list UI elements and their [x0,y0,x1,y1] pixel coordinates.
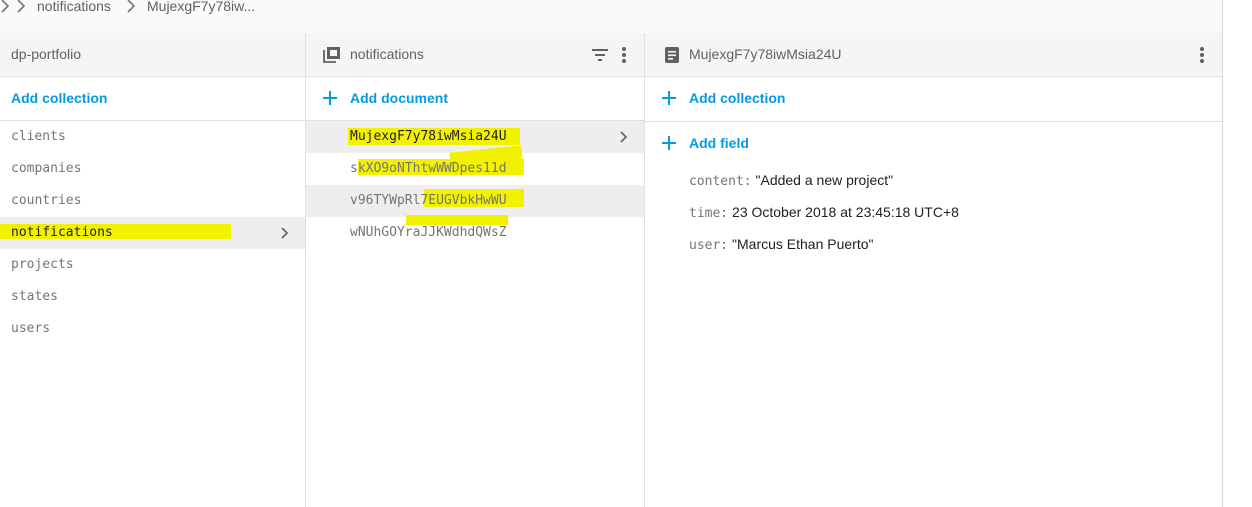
root-panel: dp-portfolio Add collection clients comp… [0,33,305,507]
window-gutter [1223,0,1252,507]
collection-label: users [11,321,51,336]
add-subcollection-label: Add collection [689,90,786,106]
document-item[interactable]: MujexgF7y78iwMsia24U [306,121,644,153]
chevron-right-icon [17,0,26,13]
document-title: MujexgF7y78iwMsia24U [689,46,842,62]
collection-item-states[interactable]: states [0,281,305,313]
add-document-label: Add document [350,90,448,106]
breadcrumb-item-notifications[interactable]: notifications [37,0,111,16]
collection-panel-header: notifications [306,33,644,77]
collection-label: projects [11,257,74,272]
collection-label: countries [11,193,82,208]
field-value: "Added a new project" [755,172,894,188]
add-field-button[interactable]: Add field [645,121,1222,165]
document-id: v96TYWpRl7EUGVbkHwWU [350,193,507,208]
field-key: time: [689,206,729,221]
collection-icon [323,46,341,64]
plus-icon [323,91,337,105]
document-id: wNUhGOYraJJKWdhdQWsZ [350,225,507,240]
collection-label: notifications [11,225,113,240]
collection-item-projects[interactable]: projects [0,249,305,281]
collection-label: states [11,289,58,304]
chevron-right-icon [127,0,136,13]
filter-icon[interactable] [591,46,609,64]
collection-item-companies[interactable]: companies [0,153,305,185]
breadcrumb-item-document[interactable]: MujexgF7y78iw... [147,0,255,16]
add-subcollection-button[interactable]: Add collection [645,76,1222,120]
document-id: skXO9oNThtwWWDpes11d [350,161,507,176]
chevron-right-icon [620,131,628,143]
add-field-label: Add field [689,135,749,151]
plus-icon [662,91,676,105]
field-row-content[interactable]: content: "Added a new project" [689,172,893,194]
more-vert-icon[interactable] [620,46,628,64]
add-collection-button[interactable]: Add collection [0,76,305,120]
document-panel: MujexgF7y78iwMsia24U Add collection Add … [645,33,1222,507]
collection-label: companies [11,161,82,176]
collection-label: clients [11,129,66,144]
field-value: "Marcus Ethan Puerto" [732,236,874,252]
document-icon [665,47,679,63]
collection-item-clients[interactable]: clients [0,121,305,153]
document-id: MujexgF7y78iwMsia24U [350,129,507,144]
field-row-time[interactable]: time: 23 October 2018 at 23:45:18 UTC+8 [689,204,959,226]
chevron-right-icon [281,227,289,239]
root-panel-header: dp-portfolio [0,33,305,77]
home-icon [0,47,2,63]
field-key: content: [689,174,752,189]
breadcrumb: notifications MujexgF7y78iw... [0,0,1222,34]
field-row-user[interactable]: user: "Marcus Ethan Puerto" [689,236,873,258]
collection-item-notifications[interactable]: notifications [0,217,305,249]
collection-panel: notifications Add document MujexgF7y78iw… [306,33,644,507]
project-title: dp-portfolio [11,46,82,62]
collection-title: notifications [350,46,424,62]
chevron-right-icon [1,0,10,13]
collection-item-countries[interactable]: countries [0,185,305,217]
add-document-button[interactable]: Add document [306,76,644,120]
more-vert-icon[interactable] [1198,46,1206,64]
document-item[interactable]: v96TYWpRl7EUGVbkHwWU [306,185,644,217]
document-item[interactable]: wNUhGOYraJJKWdhdQWsZ [306,215,644,249]
collection-item-users[interactable]: users [0,313,305,345]
field-value: 23 October 2018 at 23:45:18 UTC+8 [732,204,959,220]
field-key: user: [689,238,729,253]
document-item[interactable]: skXO9oNThtwWWDpes11d [306,145,644,185]
add-collection-label: Add collection [11,90,108,106]
document-panel-header: MujexgF7y78iwMsia24U [645,33,1222,77]
plus-icon [662,136,676,150]
